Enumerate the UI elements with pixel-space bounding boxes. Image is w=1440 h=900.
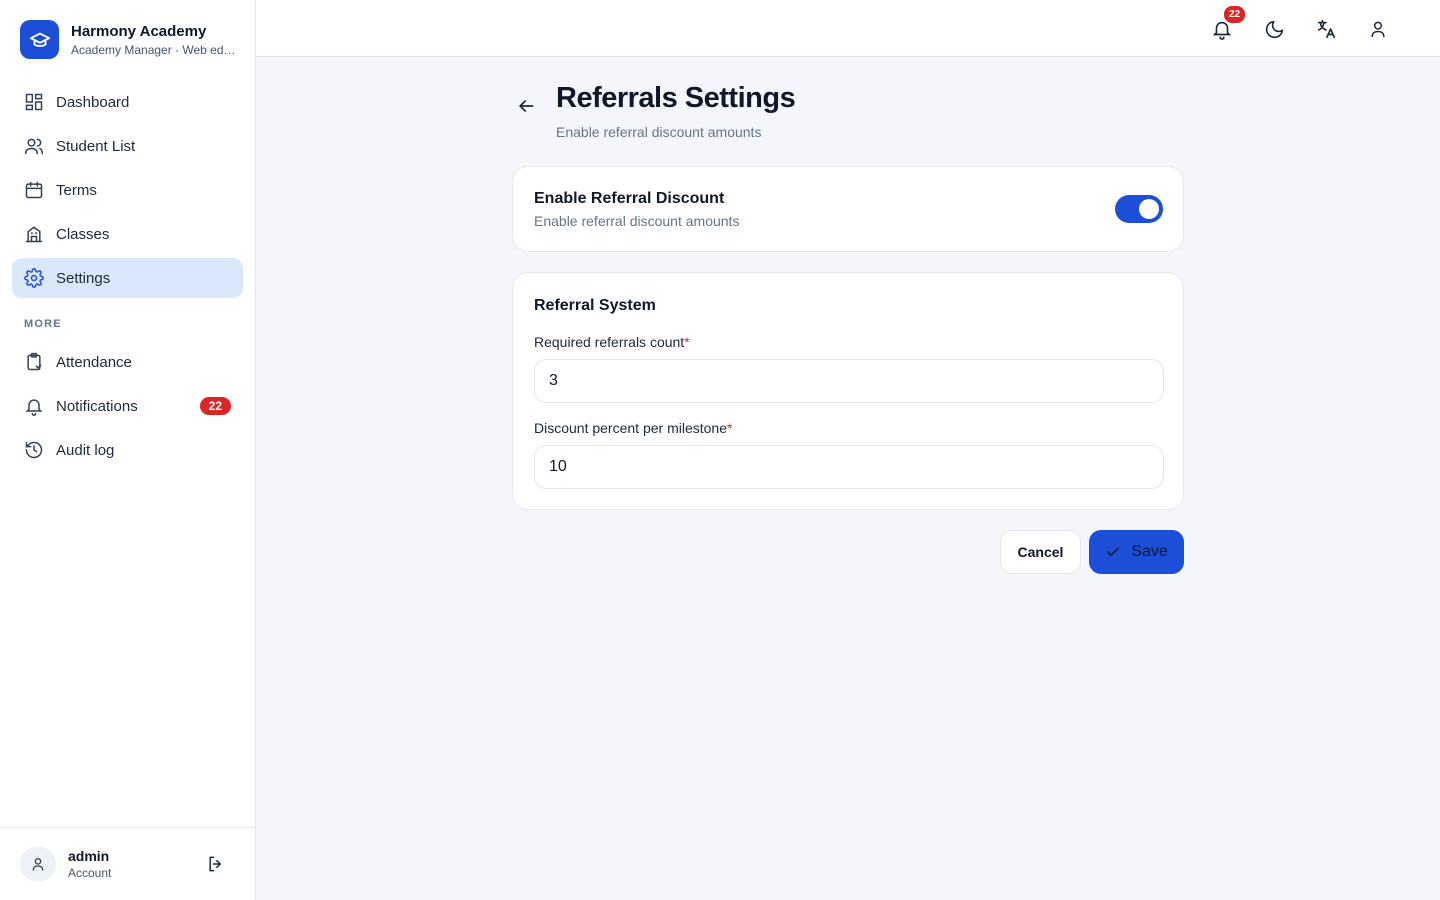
field-label-text: Required referrals count	[534, 334, 685, 350]
calendar-icon	[25, 181, 43, 199]
sidebar-item-label: Classes	[56, 225, 110, 243]
required-mark: *	[727, 420, 733, 436]
bell-icon	[25, 399, 43, 416]
toggle-knob	[1139, 199, 1159, 219]
required-mark: *	[684, 334, 690, 350]
referral-system-title: Referral System	[534, 297, 656, 314]
brand-name: Harmony Academy	[71, 22, 207, 40]
sidebar-item-label: Attendance	[56, 353, 132, 371]
avatar[interactable]	[20, 846, 56, 882]
back-arrow-icon[interactable]	[516, 96, 536, 121]
required-referrals-input[interactable]	[534, 359, 1164, 403]
clipboard-icon	[27, 352, 42, 371]
dashboard-icon	[25, 93, 43, 111]
graduation-cap-icon	[20, 20, 59, 59]
save-button[interactable]: Save	[1089, 530, 1184, 574]
sidebar-item-label: Audit log	[56, 441, 115, 459]
account-name: admin	[68, 848, 110, 864]
brand: Harmony Academy Academy Manager · Web ed…	[20, 20, 237, 59]
sidebar-nav: Dashboard Student List Terms Classes Set…	[12, 82, 243, 474]
section-label-more: MORE	[24, 318, 62, 330]
sidebar-item-label: Dashboard	[56, 93, 130, 111]
check-icon	[1107, 547, 1120, 557]
page-title: Referrals Settings	[556, 82, 796, 114]
notification-badge: 22	[1222, 4, 1248, 25]
sidebar-item-label: Student List	[56, 137, 136, 155]
topbar: 22	[256, 0, 1440, 57]
sidebar-item-label: Terms	[56, 181, 97, 199]
gear-icon	[24, 268, 44, 288]
moon-icon	[1265, 20, 1283, 38]
history-icon	[25, 441, 43, 459]
sidebar-item-settings[interactable]: Settings	[12, 258, 243, 298]
referral-discount-toggle[interactable]	[1115, 195, 1163, 223]
user-icon	[1371, 21, 1385, 38]
language-button[interactable]	[1313, 16, 1339, 42]
account-role: Account	[68, 866, 112, 880]
page-subtitle: Enable referral discount amounts	[556, 124, 762, 140]
sidebar-item-label: Settings	[56, 269, 111, 287]
referral-system-card: Referral System Required referrals count…	[512, 272, 1184, 510]
discount-percent-input[interactable]	[534, 445, 1164, 489]
sidebar-item-audit-log[interactable]: Audit log	[12, 430, 243, 470]
sidebar-item-dashboard[interactable]: Dashboard	[12, 82, 243, 122]
users-icon	[24, 138, 44, 155]
brand-subtitle: Academy Manager · Web editor	[71, 42, 237, 57]
required-referrals-label: Required referrals count*	[534, 334, 690, 350]
sidebar-item-notifications[interactable]: Notifications 22	[12, 386, 243, 426]
sidebar-item-terms[interactable]: Terms	[12, 170, 243, 210]
cancel-button[interactable]: Cancel	[1000, 530, 1081, 574]
logout-icon[interactable]	[206, 854, 226, 879]
referral-discount-subtitle: Enable referral discount amounts	[534, 213, 740, 229]
theme-toggle-button[interactable]	[1261, 16, 1287, 42]
account-panel: admin Account	[0, 827, 255, 900]
sidebar: Harmony Academy Academy Manager · Web ed…	[0, 0, 256, 900]
sidebar-item-classes[interactable]: Classes	[12, 214, 243, 254]
sidebar-item-attendance[interactable]: Attendance	[12, 342, 243, 382]
save-button-label: Save	[1131, 543, 1168, 560]
translate-icon	[1317, 19, 1336, 39]
sidebar-item-student-list[interactable]: Student List	[12, 126, 243, 166]
notifications-button[interactable]: 22	[1209, 4, 1248, 42]
sidebar-item-label: Notifications	[56, 397, 138, 415]
discount-percent-label: Discount percent per milestone*	[534, 420, 732, 436]
field-label-text: Discount percent per milestone	[534, 420, 727, 436]
user-icon	[32, 858, 44, 871]
notifications-count-badge: 22	[199, 397, 231, 415]
referral-discount-card: Enable Referral Discount Enable referral…	[512, 166, 1184, 252]
building-icon	[25, 226, 43, 243]
profile-button[interactable]	[1365, 16, 1391, 42]
referral-discount-title: Enable Referral Discount	[534, 190, 725, 207]
